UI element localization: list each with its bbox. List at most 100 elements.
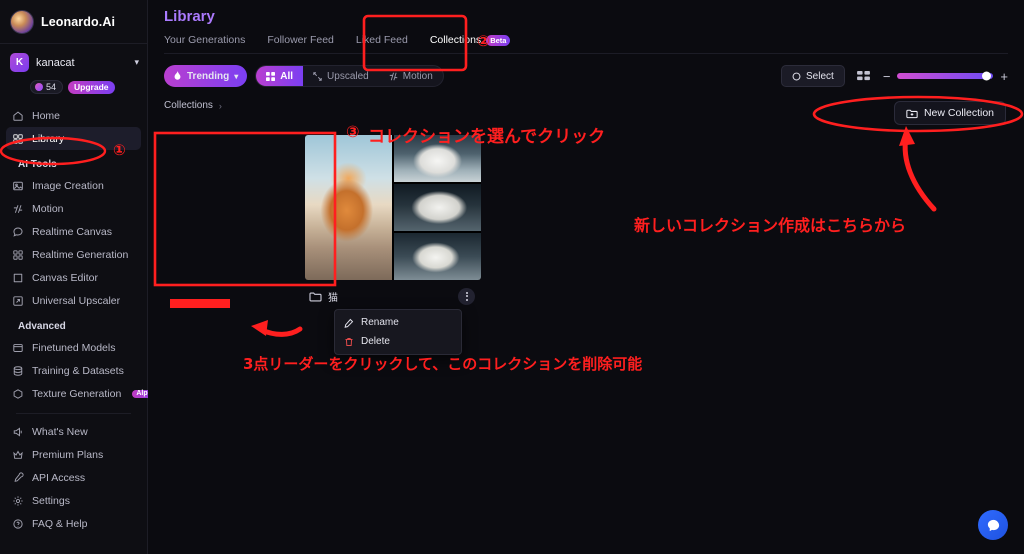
sidebar-label: Settings	[32, 494, 70, 507]
collection-card-footer: 猫	[305, 284, 481, 308]
sidebar-item-realtime-generation[interactable]: Realtime Generation	[6, 243, 141, 266]
sidebar-label: Training & Datasets	[32, 364, 124, 377]
gear-icon	[12, 495, 24, 507]
sidebar-item-api-access[interactable]: API Access	[6, 466, 141, 489]
sidebar-item-texture-generation[interactable]: Texture Generation Alpha	[6, 382, 160, 405]
context-menu-delete[interactable]: Delete	[335, 332, 461, 351]
zoom-slider-knob[interactable]	[982, 71, 992, 81]
app-root: Leonardo.Ai K kanacat ▾ 54 Upgrade Home	[0, 0, 1024, 554]
token-icon	[35, 83, 43, 91]
brand-logo-icon	[10, 9, 34, 34]
tab-your-generations[interactable]: Your Generations	[164, 34, 245, 53]
sidebar-divider	[16, 413, 131, 414]
select-button[interactable]: Select	[781, 65, 845, 87]
main-header: Library Your Generations Follower Feed L…	[148, 0, 1024, 54]
tab-liked-feed[interactable]: Liked Feed	[356, 34, 408, 53]
credits-row: 54 Upgrade	[0, 78, 147, 102]
sidebar-item-canvas-editor[interactable]: Canvas Editor	[6, 266, 141, 289]
breadcrumb-root[interactable]: Collections	[164, 100, 213, 111]
sidebar-label: API Access	[32, 471, 86, 484]
grid-view-toggle[interactable]	[854, 66, 874, 86]
rename-icon	[344, 318, 354, 328]
thumbnail-main[interactable]	[305, 135, 392, 280]
filter-all[interactable]: All	[256, 66, 304, 86]
brand-header[interactable]: Leonardo.Ai	[0, 0, 147, 44]
filter-motion[interactable]: Motion	[379, 66, 443, 86]
zoom-in-button[interactable]: +	[1000, 69, 1008, 84]
sidebar-item-library[interactable]: Library	[6, 127, 141, 150]
sidebar-item-faq-help[interactable]: FAQ & Help	[6, 512, 141, 535]
sidebar-item-realtime-canvas[interactable]: Realtime Canvas	[6, 220, 141, 243]
tab-label: Collections	[429, 34, 482, 46]
breadcrumb: Collections ›	[148, 87, 1024, 111]
folder-icon	[309, 291, 322, 301]
trending-filter-button[interactable]: Trending ▾	[164, 65, 248, 87]
sidebar-item-image-creation[interactable]: Image Creation	[6, 174, 141, 197]
intercom-chat-button[interactable]	[978, 510, 1008, 540]
collection-card[interactable]: 猫	[305, 135, 481, 308]
new-folder-icon	[906, 109, 918, 118]
sidebar-item-settings[interactable]: Settings	[6, 489, 141, 512]
sidebar-item-whats-new[interactable]: What's New	[6, 420, 141, 443]
realtime-generation-icon	[12, 249, 24, 261]
thumbnail-3[interactable]	[394, 233, 481, 280]
sidebar-label: Realtime Canvas	[32, 225, 112, 238]
credit-count: 54	[46, 82, 57, 92]
section-title-ai-tools: AI Tools	[18, 159, 57, 170]
sidebar-label: Canvas Editor	[32, 271, 98, 284]
upgrade-button[interactable]: Upgrade	[68, 80, 115, 94]
sidebar-label: Motion	[32, 202, 64, 215]
sidebar-label: What's New	[32, 425, 88, 438]
upscale-icon	[313, 71, 322, 81]
chevron-down-icon[interactable]: ▾	[134, 57, 139, 68]
beta-badge: Beta	[486, 34, 511, 46]
sidebar-nav: Home Library AI Tools Image Creation Mot…	[0, 102, 160, 535]
tab-collections[interactable]: Collections Beta	[430, 34, 511, 53]
sidebar-label: Realtime Generation	[32, 248, 129, 261]
filter-motion-label: Motion	[402, 70, 433, 82]
section-title-advanced: Advanced	[18, 321, 66, 332]
select-circle-icon	[792, 72, 801, 80]
collection-context-menu: Rename Delete	[334, 309, 462, 355]
thumbnail-1[interactable]	[394, 135, 481, 182]
sidebar-item-home[interactable]: Home	[6, 104, 141, 127]
thumbnail-2[interactable]	[394, 184, 481, 231]
motion-icon	[389, 72, 397, 80]
sidebar-item-training-datasets[interactable]: Training & Datasets	[6, 359, 141, 382]
sidebar-item-finetuned-models[interactable]: Finetuned Models	[6, 336, 141, 359]
realtime-canvas-icon	[12, 226, 24, 238]
breadcrumb-separator: ›	[218, 100, 222, 111]
chevron-down-icon: ▾	[234, 71, 239, 81]
avatar: K	[10, 53, 29, 72]
context-menu-rename[interactable]: Rename	[335, 313, 461, 332]
whats-new-icon	[12, 426, 24, 438]
sidebar-label: Universal Upscaler	[32, 294, 121, 307]
context-menu-label: Delete	[361, 336, 390, 347]
account-switcher[interactable]: K kanacat ▾	[0, 44, 147, 78]
sidebar-item-universal-upscaler[interactable]: Universal Upscaler	[6, 289, 141, 312]
filter-upscaled[interactable]: Upscaled	[303, 66, 379, 86]
motion-icon	[12, 203, 24, 215]
zoom-out-button[interactable]: −	[883, 69, 891, 84]
tab-label: Follower Feed	[267, 34, 334, 46]
sidebar-item-motion[interactable]: Motion	[6, 197, 141, 220]
canvas-editor-icon	[12, 272, 24, 284]
sidebar: Leonardo.Ai K kanacat ▾ 54 Upgrade Home	[0, 0, 160, 554]
select-label: Select	[806, 70, 834, 82]
collection-thumbnails[interactable]	[305, 135, 481, 280]
page-title: Library	[164, 8, 1008, 25]
collection-name: 猫	[328, 292, 338, 304]
zoom-slider[interactable]	[897, 71, 994, 81]
sidebar-label: Image Creation	[32, 179, 104, 192]
zoom-control: − +	[883, 69, 1008, 84]
new-collection-button[interactable]: New Collection	[893, 101, 1006, 125]
sidebar-label: Home	[32, 109, 61, 122]
toolbar: Trending ▾ All Upscaled Motion Select − …	[148, 54, 1024, 87]
kebab-menu-icon[interactable]	[458, 287, 475, 305]
sidebar-item-premium-plans[interactable]: Premium Plans	[6, 443, 141, 466]
context-menu-label: Rename	[361, 317, 399, 328]
home-icon	[12, 110, 24, 122]
tab-follower-feed[interactable]: Follower Feed	[267, 34, 334, 53]
tab-label: Liked Feed	[355, 34, 408, 46]
credit-balance[interactable]: 54	[30, 80, 64, 94]
